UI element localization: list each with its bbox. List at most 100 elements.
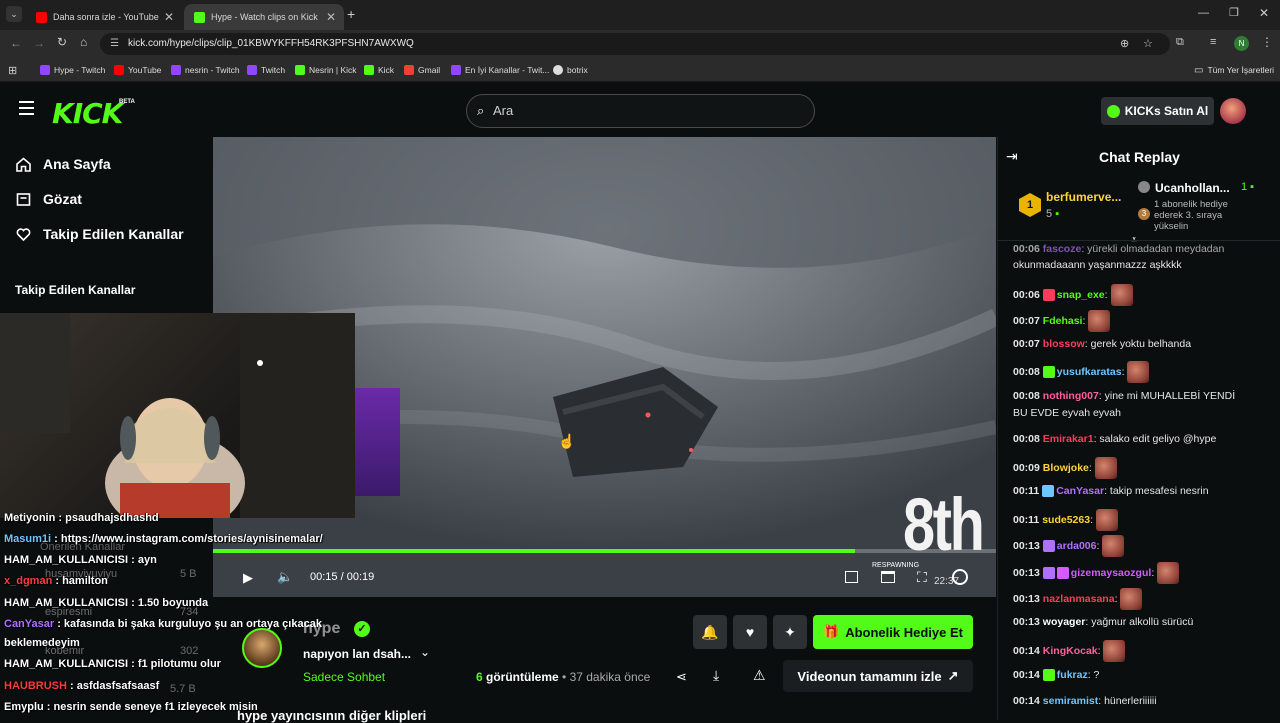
overlay-chat-line: HAM_AM_KULLANICISI : 1.50 boyunda: [4, 597, 209, 609]
emote: [1102, 535, 1125, 557]
overlay-chat-line: x_dgman : hamilton: [4, 575, 108, 587]
close-tab-icon[interactable]: ✕: [326, 10, 336, 24]
overlay-chat-line: HAM_AM_KULLANICISI : f1 pilotumu olur: [4, 658, 221, 670]
view-stats: 6 görüntüleme • 37 dakika önce: [476, 670, 651, 684]
watch-full-video-button[interactable]: Videonun tamamını izle ↗: [783, 660, 973, 692]
game-hud-text: RESPAWNING: [872, 562, 920, 569]
download-icon[interactable]: ⤓: [713, 667, 719, 684]
chat-message: 00:08 nothing007: yine mi MUHALLEBİ YEND…: [1013, 390, 1236, 402]
twitch-icon: [171, 65, 181, 75]
sparkle-button[interactable]: ✦: [773, 615, 807, 649]
zoom-icon[interactable]: ⊕: [1120, 33, 1129, 55]
overlay-chat-line: Emyplu : nesrin sende seneye f1 izleyece…: [4, 701, 258, 713]
verified-icon: ✓: [354, 621, 370, 637]
chat-message: 00:06 snap_exe:: [1013, 284, 1268, 306]
new-tab-icon[interactable]: +: [347, 6, 355, 22]
tab-youtube[interactable]: Daha sonra izle - YouTube ✕: [26, 4, 182, 30]
pip-icon[interactable]: [845, 571, 858, 583]
follow-button[interactable]: ♥: [733, 615, 767, 649]
twitch-icon: [40, 65, 50, 75]
play-icon[interactable]: ▶: [243, 570, 253, 586]
bookmark-item[interactable]: nesrin - Twitch: [171, 63, 240, 77]
leader-desc: 1 abonelik hediye ederek 3. sıraya yükse…: [1154, 199, 1228, 232]
video-progress-fill: [213, 549, 856, 553]
extensions-icon[interactable]: ⧉: [1176, 36, 1184, 49]
rank-badge: 3: [1138, 208, 1150, 220]
time-display: 00:15 / 00:19: [310, 571, 375, 583]
all-bookmarks[interactable]: ▭ Tüm Yer İşaretleri: [1194, 63, 1274, 77]
chat-message: 00:09 Blowjoke:: [1013, 457, 1268, 479]
bookmark-item[interactable]: Gmail: [404, 63, 440, 77]
bookmark-item[interactable]: botrix: [553, 63, 588, 77]
twitch-icon: [451, 65, 461, 75]
channel-avatar[interactable]: [242, 628, 282, 668]
bookmark-item[interactable]: En İyi Kanallar - Twit...: [451, 63, 549, 77]
bookmark-star-icon[interactable]: ☆: [1143, 33, 1153, 55]
youtube-favicon-icon: [36, 11, 47, 23]
back-icon[interactable]: ←: [10, 36, 22, 50]
url-field[interactable]: ☰ kick.com/hype/clips/clip_01KBWYKFFH54R…: [100, 33, 1170, 55]
current-time: 00:15: [310, 571, 338, 583]
bookmark-item[interactable]: Nesrin | Kick: [295, 63, 357, 77]
nav-home[interactable]: Ana Sayfa: [16, 156, 111, 172]
clip-title: napıyon lan dsah...: [303, 647, 412, 661]
nav-browse[interactable]: Gözat: [16, 191, 82, 207]
close-tab-icon[interactable]: ✕: [164, 10, 174, 24]
overlay-chat-line: beklemedeyim: [4, 637, 80, 649]
apps-icon[interactable]: ⊞: [8, 63, 17, 77]
view-count: 6: [476, 670, 483, 684]
minimize-icon[interactable]: —: [1198, 7, 1209, 19]
chat-message: 00:13 woyager: yağmur alkollü sürücü: [1013, 616, 1194, 628]
volume-icon[interactable]: 🔈: [277, 569, 293, 585]
gift-subscription-button[interactable]: 🎁 Abonelik Hediye Et: [813, 615, 973, 649]
user-avatar[interactable]: [1220, 98, 1246, 124]
home-icon[interactable]: ⌂: [80, 35, 87, 49]
browser-address-bar: ← → ↻ ⌂ ☰ kick.com/hype/clips/clip_01KBW…: [0, 30, 1280, 58]
kick-logo[interactable]: KICK: [52, 97, 123, 130]
close-window-icon[interactable]: ✕: [1259, 6, 1269, 20]
nav-following[interactable]: Takip Edilen Kanallar: [16, 226, 184, 242]
profile-avatar[interactable]: N: [1234, 36, 1249, 51]
fullscreen-icon[interactable]: ⛶: [917, 569, 927, 586]
tab-kick[interactable]: Hype - Watch clips on Kick ✕: [184, 4, 344, 30]
bookmark-item[interactable]: Twitch: [247, 63, 285, 77]
restore-icon[interactable]: ❐: [1229, 6, 1239, 19]
streamer-webcam: [0, 313, 355, 533]
overlay-chat-line: Masum1i : https://www.instagram.com/stor…: [4, 533, 323, 545]
sidebar-viewers: 5 B: [180, 568, 197, 580]
chat-message: 00:11 CanYasar: takip mesafesi nesrin: [1013, 485, 1209, 498]
mouse-cursor-icon: ☝: [558, 433, 576, 449]
emote: [1157, 562, 1180, 584]
video-progress-bar[interactable]: [213, 549, 996, 553]
tab-search-button[interactable]: ⌄: [6, 6, 22, 22]
heart-icon: [16, 227, 31, 242]
search-input[interactable]: ⌕ Ara: [466, 94, 815, 128]
leader-name[interactable]: berfumerve...: [1046, 190, 1121, 204]
hamburger-menu-icon[interactable]: [19, 101, 34, 115]
youtube-icon: [114, 65, 124, 75]
report-icon[interactable]: ⚠: [753, 667, 766, 684]
bookmark-item[interactable]: Kick: [364, 63, 394, 77]
bookmark-item[interactable]: Hype - Twitch: [40, 63, 105, 77]
url-text: kick.com/hype/clips/clip_01KBWYKFFH54RK3…: [128, 38, 414, 49]
bookmark-item[interactable]: YouTube: [114, 63, 161, 77]
reload-icon[interactable]: ↻: [57, 35, 67, 49]
menu-icon[interactable]: ⋮: [1261, 35, 1273, 49]
leader-name[interactable]: Ucanhollan...: [1155, 181, 1230, 195]
buy-kicks-button[interactable]: KICKs Satın Al: [1101, 97, 1214, 125]
media-icon[interactable]: ≡: [1210, 36, 1216, 48]
forward-icon[interactable]: →: [33, 36, 45, 50]
notification-bell-button[interactable]: 🔔: [693, 615, 727, 649]
webcam-overlay: [0, 313, 355, 533]
badge-icon: [1042, 289, 1055, 301]
site-info-icon[interactable]: ☰: [110, 33, 119, 55]
channel-name[interactable]: hype: [303, 620, 340, 638]
collapse-chat-icon[interactable]: ⇥: [1006, 148, 1018, 165]
expand-title-icon[interactable]: ⌄: [420, 645, 430, 659]
beta-badge: BETA: [119, 99, 135, 105]
share-icon[interactable]: ⋖: [676, 669, 687, 685]
category-link[interactable]: Sadece Sohbet: [303, 670, 385, 684]
theater-mode-icon[interactable]: [881, 571, 895, 583]
settings-icon[interactable]: [952, 569, 968, 585]
badge-icon: [1056, 567, 1069, 579]
